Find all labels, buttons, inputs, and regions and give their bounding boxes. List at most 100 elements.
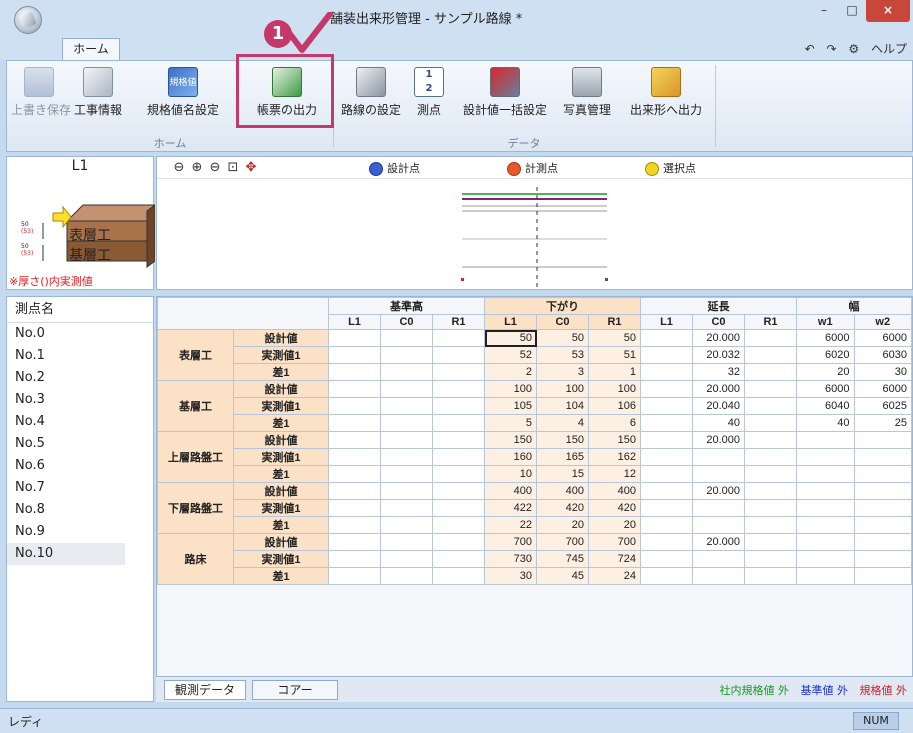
grid-cell[interactable]: 3 [536,363,589,381]
pan-icon[interactable]: ✥ [243,160,259,176]
grid-cell[interactable]: 700 [588,533,641,551]
grid-cell[interactable]: 150 [588,431,641,449]
spec-name-settings-button[interactable]: 規格値 規格値名設定 [129,67,237,127]
grid-cell[interactable]: 745 [536,550,589,568]
grid-cell[interactable] [328,482,381,500]
grid-cell[interactable]: 6020 [796,346,855,364]
grid-cell[interactable]: 5 [484,414,537,432]
batch-design-value-button[interactable]: 設計値一括設定 [459,67,551,127]
grid-cell[interactable]: 50 [588,329,641,347]
grid-cell[interactable] [640,346,693,364]
grid-cell[interactable]: 45 [536,567,589,585]
grid-cell[interactable] [432,499,485,517]
grid-cell[interactable] [328,550,381,568]
grid-cell[interactable]: 6000 [796,380,855,398]
zoom-in-icon[interactable]: ⊕ [189,160,205,176]
grid-cell[interactable] [328,431,381,449]
grid-cell[interactable] [853,550,912,568]
grid-cell[interactable] [432,567,485,585]
grid-cell[interactable] [432,414,485,432]
grid-cell[interactable] [432,380,485,398]
grid-cell[interactable] [328,380,381,398]
grid-cell[interactable] [744,567,797,585]
photo-management-button[interactable]: 写真管理 [557,67,617,127]
grid-cell[interactable]: 30 [853,363,912,381]
survey-point-item[interactable]: No.2 [7,367,125,389]
grid-cell[interactable] [380,380,433,398]
grid-cell[interactable] [328,465,381,483]
grid-cell[interactable] [744,397,797,415]
minimize-button[interactable]: – [810,0,838,22]
column-header[interactable]: R1 [744,314,797,330]
grid-cell[interactable]: 160 [484,448,537,466]
column-header[interactable]: R1 [432,314,485,330]
grid-cell[interactable] [380,465,433,483]
grid-cell[interactable] [328,448,381,466]
grid-cell[interactable]: 20.000 [692,380,745,398]
grid-cell[interactable] [640,414,693,432]
grid-cell[interactable]: 20.000 [692,533,745,551]
grid-cell[interactable] [380,431,433,449]
grid-cell[interactable] [744,550,797,568]
grid-cell[interactable] [640,567,693,585]
grid-cell[interactable] [328,329,381,347]
grid-cell[interactable]: 22 [484,516,537,534]
grid-cell[interactable] [432,465,485,483]
grid-cell[interactable] [328,397,381,415]
grid-cell[interactable] [640,431,693,449]
grid-cell[interactable]: 420 [588,499,641,517]
grid-cell[interactable]: 50 [536,329,589,347]
zoom-out-icon[interactable]: ⊖ [207,160,223,176]
grid-cell[interactable]: 53 [536,346,589,364]
grid-cell[interactable] [692,465,745,483]
grid-cell[interactable] [380,346,433,364]
grid-cell[interactable]: 50 [484,329,537,347]
undo-icon[interactable]: ↶ [805,42,815,56]
tab-core[interactable]: コアー [252,680,338,700]
grid-cell[interactable] [853,431,912,449]
grid-cell[interactable] [744,482,797,500]
zoom-window-icon[interactable]: ⊡ [225,160,241,176]
grid-cell[interactable] [328,567,381,585]
grid-cell[interactable]: 100 [536,380,589,398]
grid-cell[interactable]: 52 [484,346,537,364]
grid-cell[interactable] [692,567,745,585]
grid-cell[interactable]: 6000 [853,329,912,347]
zoom-fit-icon[interactable]: ⊖ [171,160,187,176]
application-menu-button[interactable] [14,6,42,34]
grid-cell[interactable] [640,448,693,466]
grid-cell[interactable] [432,346,485,364]
grid-cell[interactable] [744,448,797,466]
grid-cell[interactable] [380,414,433,432]
grid-cell[interactable] [432,533,485,551]
tab-home[interactable]: ホーム [62,38,120,60]
grid-cell[interactable] [432,363,485,381]
survey-point-item[interactable]: No.4 [7,411,125,433]
grid-cell[interactable] [796,482,855,500]
grid-cell[interactable]: 730 [484,550,537,568]
grid-cell[interactable]: 400 [484,482,537,500]
grid-cell[interactable]: 20.000 [692,329,745,347]
help-menu[interactable]: ヘルプ [871,42,907,56]
grid-cell[interactable] [796,465,855,483]
survey-point-item[interactable]: No.1 [7,345,125,367]
grid-cell[interactable] [796,448,855,466]
grid-cell[interactable] [640,533,693,551]
column-header[interactable]: C0 [692,314,745,330]
grid-cell[interactable] [640,329,693,347]
grid-cell[interactable] [744,414,797,432]
grid-cell[interactable]: 12 [588,465,641,483]
grid-cell[interactable]: 20.040 [692,397,745,415]
column-header[interactable]: w2 [853,314,912,330]
grid-cell[interactable]: 422 [484,499,537,517]
grid-cell[interactable] [796,550,855,568]
grid-cell[interactable] [380,499,433,517]
grid-cell[interactable]: 100 [484,380,537,398]
grid-cell[interactable]: 6030 [853,346,912,364]
grid-cell[interactable]: 6000 [853,380,912,398]
grid-cell[interactable] [380,363,433,381]
grid-cell[interactable]: 4 [536,414,589,432]
grid-cell[interactable]: 15 [536,465,589,483]
grid-cell[interactable] [640,499,693,517]
grid-cell[interactable]: 32 [692,363,745,381]
